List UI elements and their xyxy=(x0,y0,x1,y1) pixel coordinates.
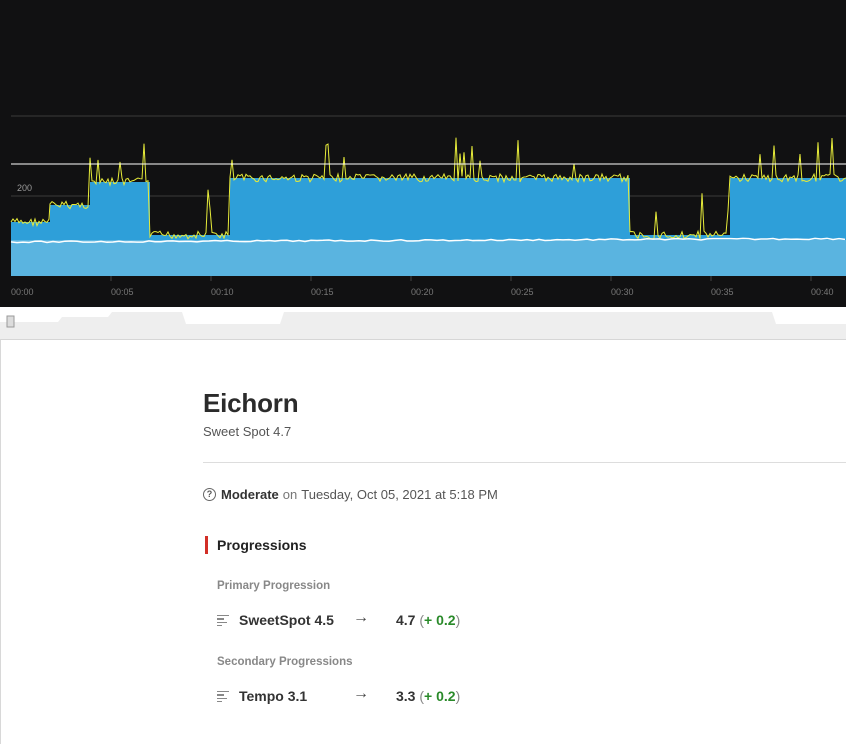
divider xyxy=(203,462,846,463)
progression-name: SweetSpot 4.5 xyxy=(239,612,334,628)
workout-meta: ? Moderate on Tuesday, Oct 05, 2021 at 5… xyxy=(203,487,498,502)
workout-subtitle: Sweet Spot 4.7 xyxy=(203,424,292,439)
progression-levels-icon xyxy=(217,615,229,627)
progressions-title: Progressions xyxy=(217,537,307,553)
chart-overview-scrubber[interactable] xyxy=(0,307,846,340)
section-accent-bar xyxy=(205,536,208,554)
new-level: 4.7 xyxy=(396,612,416,628)
secondary-progressions-label: Secondary Progressions xyxy=(217,656,353,668)
progression-name: Tempo 3.1 xyxy=(239,688,308,704)
lower-band xyxy=(11,240,846,276)
primary-progression-label: Primary Progression xyxy=(217,580,331,592)
paren-close: ) xyxy=(455,612,461,628)
paren-close: ) xyxy=(455,688,461,704)
progressions-header: Progressions xyxy=(203,536,306,554)
overview-handle xyxy=(6,315,15,328)
x-tick-label: 00:05 xyxy=(111,287,134,297)
difficulty-level: Moderate xyxy=(221,487,279,502)
x-tick-label: 00:30 xyxy=(611,287,634,297)
x-tick-label: 00:10 xyxy=(211,287,234,297)
workout-chart[interactable]: 200 00:00 00:05 00:10 00:15 00:20 00:25 00:30 00… xyxy=(0,0,846,307)
progression-delta: + 0.2 xyxy=(424,612,456,628)
overview-profile xyxy=(0,312,846,339)
workout-title: Eichorn xyxy=(203,388,299,418)
progression-levels-icon xyxy=(217,691,229,703)
new-level: 3.3 xyxy=(396,688,416,704)
x-tick-label: 00:35 xyxy=(711,287,734,297)
x-tick-label: 00:00 xyxy=(11,287,34,297)
arrow-right-icon: → xyxy=(353,685,369,702)
progression-delta: + 0.2 xyxy=(424,688,456,704)
power-chart-svg: 200 00:00 00:05 00:10 00:15 00:20 00:25 00:30 00… xyxy=(10,115,846,297)
x-tick-label: 00:15 xyxy=(311,287,334,297)
x-tick-label: 00:25 xyxy=(511,287,534,297)
arrow-right-icon: → xyxy=(353,609,369,626)
x-tick-label: 00:20 xyxy=(411,287,434,297)
question-circle-icon[interactable]: ? xyxy=(203,488,216,501)
workout-date: Tuesday, Oct 05, 2021 at 5:18 PM xyxy=(301,487,498,502)
progression-new-value: 4.7 (+ 0.2) xyxy=(396,612,460,628)
secondary-progression-row: Tempo 3.1 → 3.3 (+ 0.2) xyxy=(217,685,617,707)
left-border xyxy=(0,339,1,744)
primary-progression-row: SweetSpot 4.5 → 4.7 (+ 0.2) xyxy=(217,609,617,631)
progression-new-value: 3.3 (+ 0.2) xyxy=(396,688,460,704)
x-tick-label: 00:40 xyxy=(811,287,834,297)
overview-profile-shape xyxy=(0,312,846,339)
y-tick-label: 200 xyxy=(17,183,32,193)
on-word: on xyxy=(282,487,298,502)
